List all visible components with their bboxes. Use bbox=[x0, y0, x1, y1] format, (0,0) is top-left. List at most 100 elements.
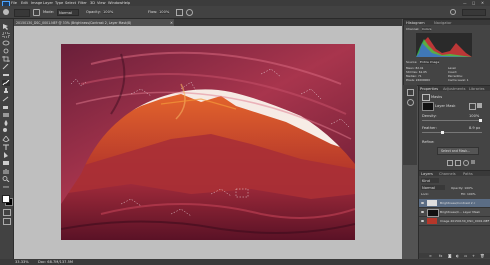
tab-libraries[interactable]: Libraries bbox=[469, 87, 485, 91]
link-layers-icon[interactable]: ∞ bbox=[429, 254, 432, 258]
document-tab[interactable]: 20150130_DSC_0001.NEF @ 33% (Brightness/… bbox=[14, 19, 174, 26]
tab-paths[interactable]: Paths bbox=[463, 172, 473, 176]
more-tools-icon[interactable] bbox=[2, 184, 10, 190]
pressure-icon[interactable] bbox=[186, 9, 193, 16]
select-and-mask-button[interactable]: Select and Mask... bbox=[437, 147, 479, 155]
delete-layer-icon[interactable]: 🗑 bbox=[480, 254, 485, 258]
tab-layers[interactable]: Layers bbox=[421, 172, 433, 176]
menu-layer[interactable]: Layer bbox=[43, 1, 53, 5]
menu-filter[interactable]: Filter bbox=[78, 1, 87, 5]
quick-mask-icon[interactable] bbox=[3, 209, 11, 216]
screen-mode-icon[interactable] bbox=[3, 218, 11, 225]
feather-value[interactable]: 8.9 px bbox=[469, 126, 480, 130]
mode-select[interactable]: Normal bbox=[57, 9, 79, 16]
layer-opacity[interactable]: Opacity: 100% bbox=[451, 186, 473, 190]
select-and-mask-label: Select and Mask... bbox=[441, 149, 471, 153]
layer-row[interactable]: Brightness/C... Layer Mask bbox=[419, 208, 490, 217]
layer-row[interactable]: Brightness/Contrast 2 c bbox=[419, 199, 490, 208]
info-panel-icon[interactable] bbox=[407, 99, 414, 106]
feather-slider[interactable] bbox=[422, 131, 482, 134]
healing-tool-icon[interactable] bbox=[2, 72, 10, 78]
menu-file[interactable]: File bbox=[11, 1, 17, 5]
crop-tool-icon[interactable] bbox=[2, 56, 10, 62]
brush-settings-icon[interactable] bbox=[33, 9, 40, 16]
move-tool-icon[interactable] bbox=[2, 24, 10, 30]
density-slider[interactable] bbox=[422, 119, 482, 122]
pen-tool-icon[interactable] bbox=[2, 136, 10, 142]
layer-filter-kind[interactable]: Kind bbox=[421, 178, 439, 183]
maximize-icon[interactable]: □ bbox=[472, 1, 475, 5]
refine-label: Refine: bbox=[422, 140, 435, 144]
menu-view[interactable]: View bbox=[97, 1, 106, 5]
menu-3d[interactable]: 3D bbox=[90, 1, 95, 5]
menu-select[interactable]: Select bbox=[65, 1, 76, 5]
eyedropper-tool-icon[interactable] bbox=[2, 64, 10, 70]
vector-mask-icon[interactable] bbox=[469, 103, 476, 110]
layer-blend-select[interactable]: Normal bbox=[421, 185, 445, 190]
dodge-tool-icon[interactable] bbox=[2, 128, 10, 134]
path-select-tool-icon[interactable] bbox=[2, 152, 10, 158]
marquee-tool-icon[interactable] bbox=[2, 32, 10, 38]
antelope-canyon-photo[interactable] bbox=[61, 44, 355, 240]
menu-window[interactable]: Window bbox=[108, 1, 122, 5]
layer-filter-kind-label: Kind bbox=[422, 178, 430, 183]
layer-style-icon[interactable]: fx bbox=[439, 254, 442, 258]
pixel-mask-icon[interactable] bbox=[477, 103, 482, 108]
menu-type[interactable]: Type bbox=[55, 1, 63, 5]
visibility-eye-icon[interactable] bbox=[421, 211, 424, 213]
history-panel-icon[interactable] bbox=[407, 89, 414, 96]
brush-tool-icon[interactable] bbox=[3, 9, 9, 15]
quick-select-tool-icon[interactable] bbox=[2, 48, 10, 54]
add-mask-icon[interactable]: ◙ bbox=[448, 254, 452, 258]
gradient-tool-icon[interactable] bbox=[2, 112, 10, 118]
zoom-tool-icon[interactable] bbox=[2, 176, 10, 182]
new-adjustment-icon[interactable]: ◐ bbox=[456, 254, 459, 258]
brush-preset-picker[interactable] bbox=[14, 9, 30, 17]
channel-value[interactable]: Colors bbox=[422, 27, 432, 31]
tab-adjustments[interactable]: Adjustments bbox=[443, 87, 466, 91]
flow-value[interactable]: 100% bbox=[159, 10, 170, 14]
feather-slider-knob[interactable] bbox=[441, 131, 445, 134]
delete-mask-icon[interactable] bbox=[471, 160, 475, 164]
opacity-value[interactable]: 100% bbox=[103, 10, 114, 14]
zoom-level[interactable]: 33.33% bbox=[15, 260, 29, 264]
workspace-search-icon[interactable] bbox=[450, 9, 456, 15]
histogram-graph bbox=[416, 33, 472, 57]
shape-tool-icon[interactable] bbox=[2, 160, 10, 166]
blur-tool-icon[interactable] bbox=[2, 120, 10, 126]
layer-fill[interactable]: Fill: 100% bbox=[461, 192, 476, 196]
load-selection-icon[interactable] bbox=[447, 160, 453, 166]
new-group-icon[interactable]: ▭ bbox=[464, 254, 467, 258]
eraser-tool-icon[interactable] bbox=[2, 104, 10, 110]
menu-help[interactable]: Help bbox=[122, 1, 130, 5]
lasso-tool-icon[interactable] bbox=[2, 40, 10, 46]
layer-row[interactable]: Image 20150130_DSC_0001.NEF bbox=[419, 217, 490, 226]
airbrush-icon[interactable] bbox=[176, 9, 183, 16]
density-slider-knob[interactable] bbox=[479, 119, 482, 122]
close-icon[interactable]: ✕ bbox=[481, 1, 484, 5]
brush-tool-icon-active[interactable] bbox=[2, 80, 10, 86]
canvas-area[interactable] bbox=[14, 26, 402, 259]
density-value[interactable]: 100% bbox=[469, 114, 479, 118]
menu-image[interactable]: Image bbox=[31, 1, 42, 5]
apply-mask-icon[interactable] bbox=[455, 160, 461, 166]
disable-mask-icon[interactable] bbox=[463, 160, 469, 166]
menu-edit[interactable]: Edit bbox=[21, 1, 28, 5]
tab-channels[interactable]: Channels bbox=[439, 172, 456, 176]
history-brush-tool-icon[interactable] bbox=[2, 96, 10, 102]
visibility-eye-icon[interactable] bbox=[421, 220, 424, 222]
minimize-icon[interactable]: — bbox=[463, 1, 467, 5]
new-layer-icon[interactable]: + bbox=[472, 254, 475, 258]
clone-stamp-tool-icon[interactable] bbox=[2, 88, 10, 94]
workspace-switcher[interactable] bbox=[462, 9, 486, 16]
tab-histogram[interactable]: Histogram bbox=[406, 21, 425, 25]
layer-mask-thumb[interactable] bbox=[422, 102, 434, 111]
hand-tool-icon[interactable] bbox=[2, 168, 10, 174]
tab-properties[interactable]: Properties bbox=[420, 87, 438, 91]
source-value[interactable]: Entire Image bbox=[420, 60, 440, 64]
tab-navigator[interactable]: Navigator bbox=[434, 21, 452, 25]
visibility-eye-icon[interactable] bbox=[421, 202, 424, 204]
type-tool-icon[interactable] bbox=[2, 144, 10, 150]
foreground-color-swatch[interactable] bbox=[2, 195, 10, 203]
tab-close-icon[interactable]: ✕ bbox=[170, 21, 173, 25]
